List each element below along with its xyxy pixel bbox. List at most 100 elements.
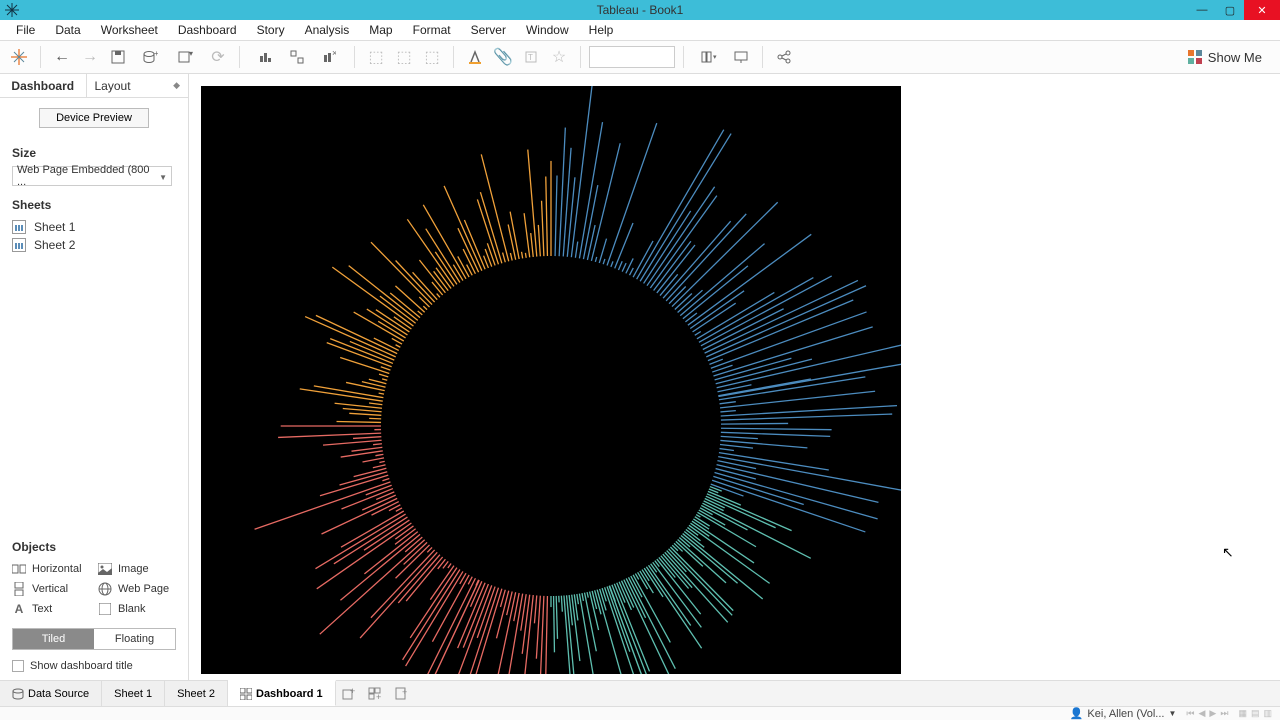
show-me-label: Show Me bbox=[1208, 50, 1262, 65]
status-bar: 👤Kei, Allen (Vol...▼ ⏮◀▶⏭ ▦▤▥ bbox=[0, 706, 1280, 720]
object-text[interactable]: AText bbox=[12, 602, 90, 616]
object-image[interactable]: Image bbox=[98, 562, 176, 576]
image-icon bbox=[98, 562, 112, 576]
nav-buttons: ⏮◀▶⏭ bbox=[1186, 708, 1228, 719]
svg-text:+: + bbox=[154, 50, 158, 58]
objects-heading: Objects bbox=[12, 540, 176, 554]
clear-icon[interactable]: × bbox=[312, 44, 346, 70]
user-menu[interactable]: 👤Kei, Allen (Vol...▼ bbox=[1070, 707, 1177, 720]
dashboard-sidebar: Dashboard Layout◆ Device Preview Size We… bbox=[0, 74, 189, 680]
minimize-button[interactable]: — bbox=[1188, 0, 1216, 20]
tab-sheet2[interactable]: Sheet 2 bbox=[165, 681, 228, 706]
menu-worksheet[interactable]: Worksheet bbox=[91, 21, 168, 39]
separator bbox=[354, 46, 355, 68]
menu-dashboard[interactable]: Dashboard bbox=[168, 21, 247, 39]
fit-selector[interactable] bbox=[589, 46, 675, 68]
maximize-button[interactable]: ▢ bbox=[1216, 0, 1244, 20]
tiled-button[interactable]: Tiled bbox=[13, 629, 94, 649]
separator bbox=[580, 46, 581, 68]
object-webpage[interactable]: Web Page bbox=[98, 582, 176, 596]
attach-icon[interactable]: 📎 bbox=[490, 44, 516, 70]
tab-dashboard1[interactable]: Dashboard 1 bbox=[228, 680, 336, 706]
blank-icon bbox=[98, 602, 112, 616]
separator bbox=[453, 46, 454, 68]
radial-bar-chart bbox=[201, 86, 901, 674]
sidebar-tab-layout[interactable]: Layout◆ bbox=[86, 74, 189, 97]
object-vertical[interactable]: Vertical bbox=[12, 582, 90, 596]
new-worksheet-tab-icon[interactable]: + bbox=[336, 687, 362, 701]
show-dashboard-title-checkbox[interactable]: Show dashboard title bbox=[12, 660, 176, 672]
svg-text:+: + bbox=[350, 687, 355, 696]
svg-text:+: + bbox=[376, 692, 381, 701]
sheet-item[interactable]: Sheet 2 bbox=[12, 236, 176, 254]
new-datasource-icon[interactable]: + bbox=[133, 44, 167, 70]
device-preview-button[interactable]: Device Preview bbox=[39, 108, 149, 128]
webpage-icon bbox=[98, 582, 112, 596]
menu-story[interactable]: Story bbox=[247, 21, 295, 39]
separator bbox=[40, 46, 41, 68]
mouse-cursor-icon: ↖ bbox=[1222, 544, 1234, 561]
window-title: Tableau - Book1 bbox=[597, 3, 684, 17]
totals-icon[interactable]: ⬚ bbox=[419, 44, 445, 70]
tab-sheet1[interactable]: Sheet 1 bbox=[102, 681, 165, 706]
window-titlebar: Tableau - Book1 — ▢ ✕ bbox=[0, 0, 1280, 20]
separator bbox=[239, 46, 240, 68]
menu-server[interactable]: Server bbox=[461, 21, 516, 39]
close-button[interactable]: ✕ bbox=[1244, 0, 1280, 20]
tab-data-source[interactable]: Data Source bbox=[0, 681, 102, 706]
object-blank[interactable]: Blank bbox=[98, 602, 176, 616]
label-icon[interactable]: T bbox=[518, 44, 544, 70]
object-horizontal[interactable]: Horizontal bbox=[12, 562, 90, 576]
sidebar-tab-dashboard[interactable]: Dashboard bbox=[0, 74, 86, 97]
new-dashboard-tab-icon[interactable]: + bbox=[362, 687, 388, 701]
group-icon[interactable] bbox=[284, 44, 310, 70]
menu-bar: File Data Worksheet Dashboard Story Anal… bbox=[0, 20, 1280, 40]
dashboard-icon bbox=[240, 688, 252, 700]
save-icon[interactable] bbox=[105, 44, 131, 70]
refresh-icon[interactable]: ⟳ bbox=[205, 44, 231, 70]
sort-desc-icon[interactable]: ⬚ bbox=[391, 44, 417, 70]
menu-help[interactable]: Help bbox=[579, 21, 624, 39]
show-cards-icon[interactable]: ▾ bbox=[692, 44, 726, 70]
worksheet-icon bbox=[12, 238, 26, 252]
sheets-heading: Sheets bbox=[12, 198, 176, 212]
separator bbox=[762, 46, 763, 68]
separator bbox=[683, 46, 684, 68]
toolbar: ← → + ▾ ⟳ × ⬚ ⬚ ⬚ 📎 T ☆ ▾ Show Me bbox=[0, 40, 1280, 74]
svg-text:+: + bbox=[402, 687, 407, 697]
menu-window[interactable]: Window bbox=[516, 21, 579, 39]
undo-icon[interactable]: ← bbox=[49, 44, 75, 70]
menu-format[interactable]: Format bbox=[403, 21, 461, 39]
floating-button[interactable]: Floating bbox=[94, 629, 175, 649]
vertical-icon bbox=[12, 582, 26, 596]
sort-asc-icon[interactable]: ⬚ bbox=[363, 44, 389, 70]
dashboard-canvas[interactable] bbox=[201, 86, 901, 674]
svg-text:▾: ▾ bbox=[713, 54, 717, 61]
checkbox-icon bbox=[12, 660, 24, 672]
menu-data[interactable]: Data bbox=[45, 21, 90, 39]
menu-analysis[interactable]: Analysis bbox=[295, 21, 360, 39]
sheet-item[interactable]: Sheet 1 bbox=[12, 218, 176, 236]
size-heading: Size bbox=[12, 146, 176, 160]
share-icon[interactable] bbox=[771, 44, 797, 70]
text-icon: A bbox=[12, 602, 26, 616]
size-selector[interactable]: Web Page Embedded (800 ... ▼ bbox=[12, 166, 172, 186]
menu-map[interactable]: Map bbox=[359, 21, 402, 39]
new-worksheet-icon[interactable]: ▾ bbox=[169, 44, 203, 70]
tableau-logo-icon[interactable] bbox=[6, 44, 32, 70]
redo-icon[interactable]: → bbox=[77, 44, 103, 70]
svg-text:×: × bbox=[332, 50, 336, 58]
presentation-icon[interactable] bbox=[728, 44, 754, 70]
view-buttons: ▦▤▥ bbox=[1238, 708, 1272, 719]
caret-down-icon: ▼ bbox=[159, 173, 167, 182]
svg-text:▾: ▾ bbox=[189, 50, 193, 58]
highlight-icon[interactable] bbox=[462, 44, 488, 70]
new-story-tab-icon[interactable]: + bbox=[388, 687, 414, 701]
canvas-area: ↖ bbox=[189, 74, 1280, 680]
tableau-app-icon bbox=[4, 2, 20, 18]
show-me-button[interactable]: Show Me bbox=[1188, 50, 1274, 65]
show-me-icon bbox=[1188, 50, 1202, 64]
pin-icon[interactable]: ☆ bbox=[546, 44, 572, 70]
swap-icon[interactable] bbox=[248, 44, 282, 70]
menu-file[interactable]: File bbox=[6, 21, 45, 39]
